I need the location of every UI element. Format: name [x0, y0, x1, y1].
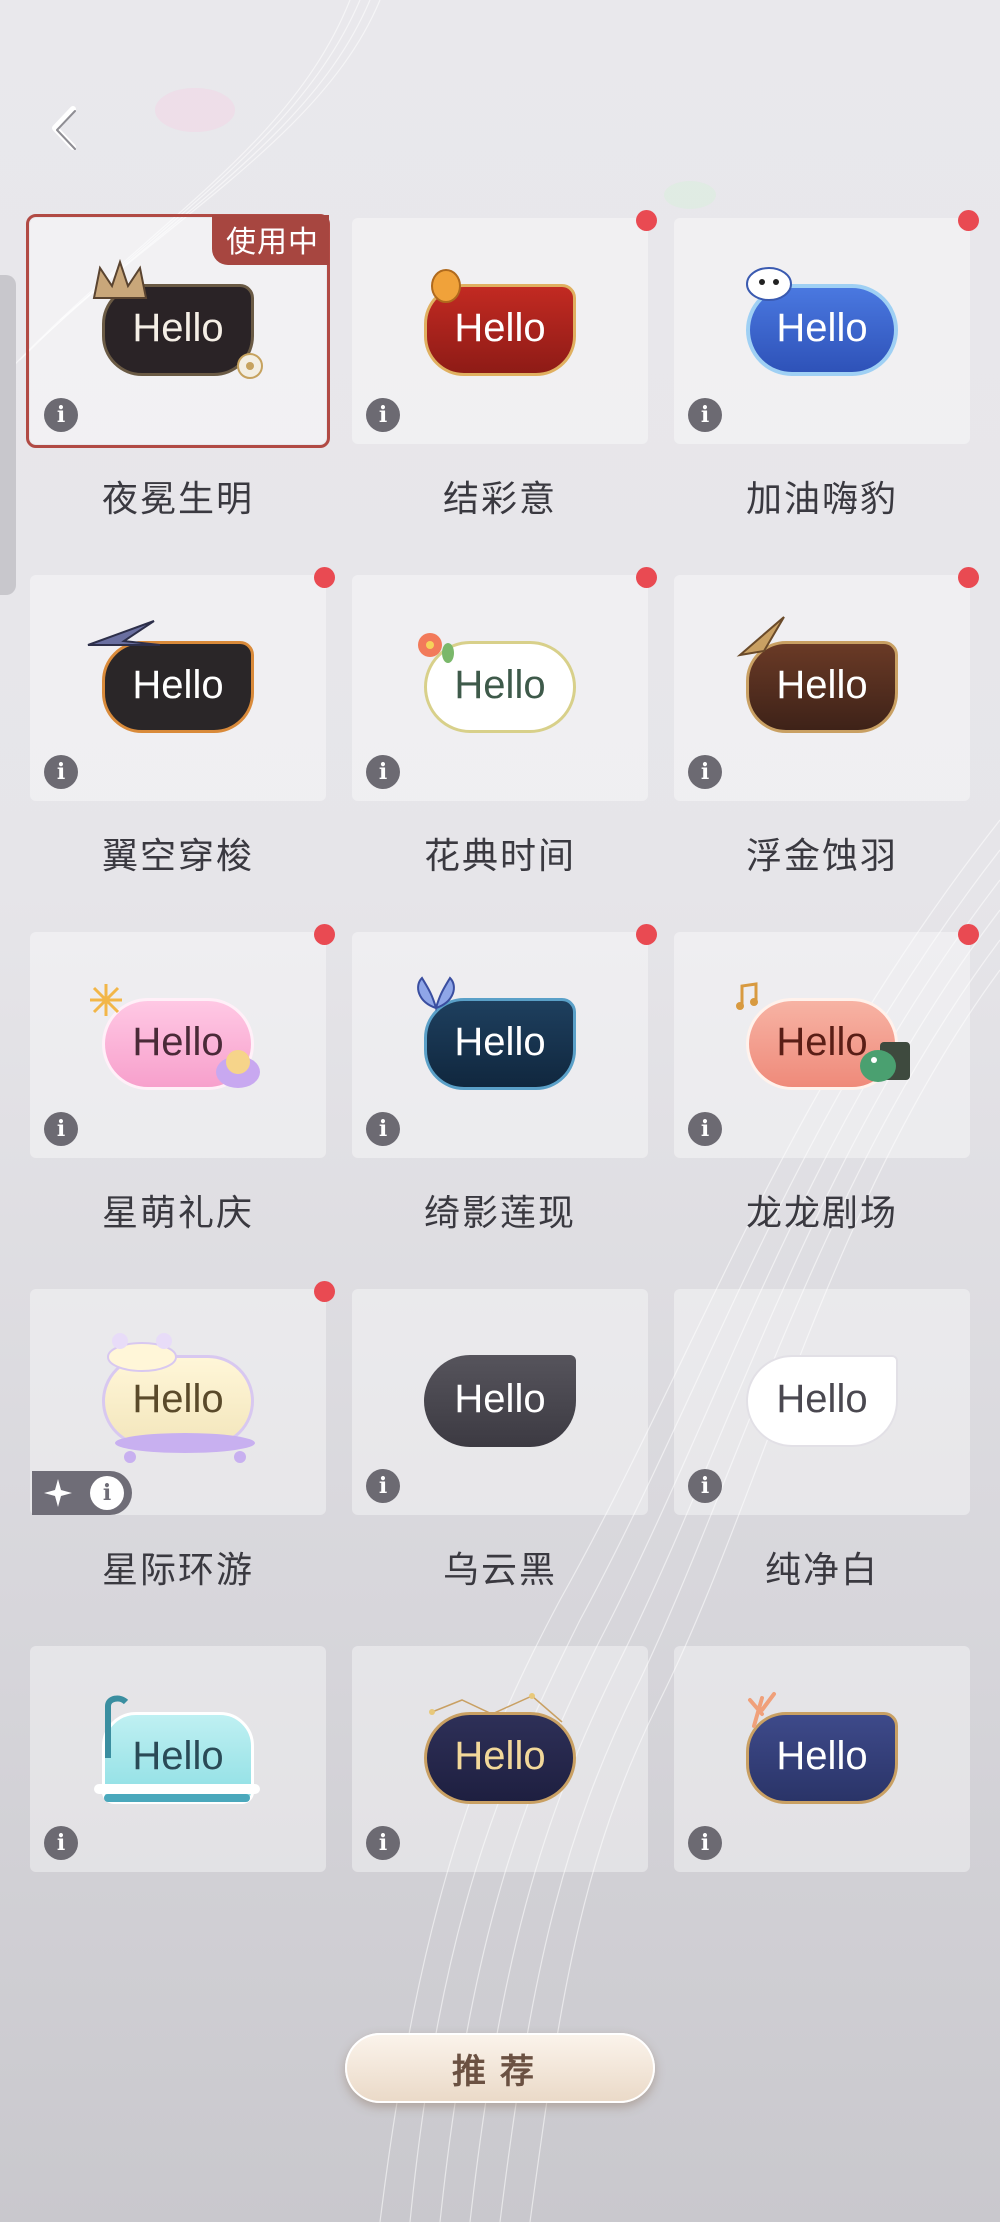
bathtub-base-icon: [94, 1784, 260, 1802]
info-icon[interactable]: i: [90, 1476, 124, 1510]
dragon-mascot-icon: [860, 1042, 910, 1082]
bubble-card-jiecai[interactable]: Hello i: [352, 218, 648, 444]
bubble-card-chunjingbai[interactable]: Hello i: [674, 1289, 970, 1515]
bubble-preview: Hello: [424, 1355, 576, 1447]
info-icon[interactable]: i: [44, 1826, 78, 1860]
music-note-icon: [736, 982, 758, 1010]
panda-mascot-icon: [746, 267, 792, 301]
bubble-label: 加油嗨豹: [745, 478, 898, 519]
bubble-preview: Hello: [746, 1355, 898, 1447]
feather-icon: [736, 616, 785, 657]
new-badge-dot: [636, 924, 657, 945]
bubble-card-fujin[interactable]: Hello i: [674, 575, 970, 801]
bubble-card-xingji[interactable]: Hello i: [30, 1289, 326, 1515]
bubble-label: 纯净白: [764, 1549, 879, 1590]
bubble-card-yemian[interactable]: 使用中 Hello i: [26, 214, 330, 448]
bubble-label: 结彩意: [442, 478, 557, 519]
info-icon[interactable]: i: [44, 755, 78, 789]
info-icon[interactable]: i: [44, 1112, 78, 1146]
new-badge-dot: [314, 567, 335, 588]
bubble-label: 龙龙剧场: [745, 1192, 898, 1233]
ufo-base-icon: [115, 1433, 255, 1463]
bubble-card-coralnavy[interactable]: Hello i: [674, 1646, 970, 1872]
bubble-label: 夜冕生明: [101, 478, 254, 519]
constellation-icon: [429, 1693, 563, 1723]
bubble-card-huadian[interactable]: Hello i: [352, 575, 648, 801]
bubble-label: 乌云黑: [442, 1549, 557, 1590]
info-icon[interactable]: i: [366, 1469, 400, 1503]
bubble-card-starnavy[interactable]: Hello i: [352, 1646, 648, 1872]
flower-icon: [418, 633, 454, 663]
bubble-card-qiying[interactable]: Hello i: [352, 932, 648, 1158]
bubble-label: 翼空穿梭: [101, 835, 254, 876]
wing-icon: [87, 620, 161, 646]
info-icon[interactable]: i: [688, 1826, 722, 1860]
shower-icon: [105, 1695, 129, 1758]
info-icon[interactable]: i: [688, 755, 722, 789]
firework-icon: [90, 984, 122, 1016]
info-icon[interactable]: i: [44, 398, 78, 432]
bubble-card-jiayou[interactable]: Hello i: [674, 218, 970, 444]
flower-icon: [237, 353, 263, 379]
lotus-icon: [417, 976, 455, 1012]
info-icon[interactable]: i: [366, 1826, 400, 1860]
bubble-card-yikong[interactable]: Hello i: [30, 575, 326, 801]
bubble-label: 星萌礼庆: [101, 1192, 254, 1233]
bubble-card-xingmeng[interactable]: Hello i: [30, 932, 326, 1158]
info-icon[interactable]: i: [688, 398, 722, 432]
crown-icon: [92, 258, 148, 299]
bubble-label: 绮影莲现: [423, 1192, 576, 1233]
status-badge: 使用中: [212, 215, 329, 265]
info-icon[interactable]: i: [688, 1469, 722, 1503]
bubble-grid: 使用中 Hello i 夜冕生明 Hello i 结彩意 Hello i 加油嗨…: [0, 0, 1000, 2222]
new-badge-dot: [314, 924, 335, 945]
new-badge-dot: [958, 210, 979, 231]
lantern-icon: [431, 269, 461, 303]
new-badge-dot: [958, 567, 979, 588]
sparkle-icon: [44, 1479, 72, 1507]
new-badge-dot: [636, 567, 657, 588]
bubble-card-bathtub[interactable]: Hello i: [30, 1646, 326, 1872]
coral-icon: [748, 1692, 776, 1728]
bubble-label: 星际环游: [101, 1549, 254, 1590]
effect-and-info-badge[interactable]: i: [32, 1471, 132, 1515]
recommend-button[interactable]: 推荐: [345, 2033, 655, 2103]
bubble-label: 花典时间: [423, 835, 576, 876]
info-icon[interactable]: i: [366, 398, 400, 432]
info-icon[interactable]: i: [366, 755, 400, 789]
cute-mascot-icon: [216, 1050, 260, 1088]
new-badge-dot: [958, 924, 979, 945]
cloud-mascot-icon: [107, 1333, 177, 1372]
bubble-card-wuyunhei[interactable]: Hello i: [352, 1289, 648, 1515]
new-badge-dot: [636, 210, 657, 231]
new-badge-dot: [314, 1281, 335, 1302]
info-icon[interactable]: i: [688, 1112, 722, 1146]
info-icon[interactable]: i: [366, 1112, 400, 1146]
bubble-card-longlong[interactable]: Hello i: [674, 932, 970, 1158]
bubble-label: 浮金蚀羽: [745, 835, 898, 876]
